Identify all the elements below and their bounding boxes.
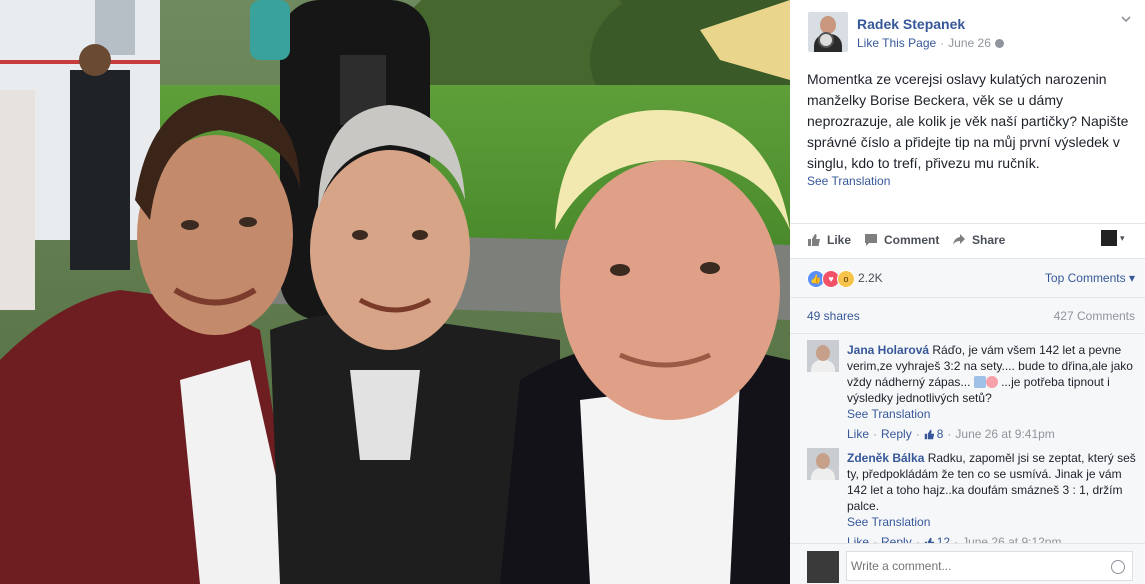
like-button[interactable]: Like [807,233,851,247]
wow-reaction-icon: o [837,270,855,288]
comment-icon [865,234,877,246]
chevron-down-icon[interactable] [1121,14,1131,24]
see-translation-link[interactable]: See Translation [847,406,1137,422]
post-actions: Like Comment Share ▾ [790,223,1145,258]
top-comments-label: Top Comments [1044,271,1126,285]
post-panel: Radek Stepanek Like This Page · June 26 … [790,0,1145,584]
see-translation-link[interactable]: See Translation [847,514,1137,530]
thumbs-up-icon [924,429,934,439]
author-avatar[interactable] [808,12,848,52]
comment-body: Jana Holarová Ráďo, je vám všem 142 let … [847,342,1137,442]
comment-meta: Like · Reply · 8 · June 26 at 9:41pm [847,426,1055,442]
like-page-link[interactable]: Like This Page [857,36,936,50]
comments-count: 427 Comments [1053,309,1135,323]
reactions-bar: 👍 ♥ o 2.2K Top Comments ▾ [790,258,1145,297]
top-comments-dropdown[interactable]: Top Comments ▾ [1045,271,1135,285]
write-comment-bar [790,543,1145,584]
commenter-name[interactable]: Jana Holarová [847,343,929,357]
see-translation-link[interactable]: See Translation [807,174,890,188]
share-button[interactable]: Share [952,233,1005,247]
caret-down-icon: ▾ [1128,271,1135,285]
post-text: Momentka ze vcerejsi oslavy kulatých nar… [807,71,1129,171]
reaction-icons[interactable]: 👍 ♥ o [807,270,855,288]
comment-time[interactable]: June 26 at 9:41pm [955,426,1054,442]
share-label: Share [972,233,1006,247]
like-label: Like [827,233,852,247]
praying-hands-emoji-icon [973,376,986,388]
share-icon [953,234,965,245]
commenter-avatar[interactable] [807,448,839,480]
reaction-count[interactable]: 2.2K [858,271,883,285]
post-date[interactable]: June 26 [948,36,991,50]
commenter-avatar[interactable] [807,340,839,372]
comment-list: Jana Holarová Ráďo, je vám všem 142 let … [790,333,1145,544]
photo[interactable] [0,0,790,584]
photo-image [0,0,790,584]
thumbs-up-icon [808,234,820,246]
heart-emoji-icon [985,376,998,388]
share-as-avatar[interactable] [1101,230,1117,246]
separator: · [940,36,945,50]
write-comment-input[interactable] [846,551,1133,581]
smiley-icon[interactable] [1111,560,1125,574]
comment-body: Zdeněk Bálka Radku, zapoměl jsi se zepta… [847,450,1137,544]
post-header: Radek Stepanek Like This Page · June 26 [808,12,1004,52]
comment-reply-link[interactable]: Reply [881,426,912,442]
comment-likes[interactable]: 8 [924,426,944,442]
shares-link[interactable]: 49 shares [807,309,860,323]
caret-down-icon[interactable]: ▾ [1120,233,1125,244]
viewer-avatar [807,551,839,583]
commenter-name[interactable]: Zdeněk Bálka [847,451,924,465]
comment-like-link[interactable]: Like [847,426,869,442]
photo-viewer: Radek Stepanek Like This Page · June 26 … [0,0,1145,584]
author-name[interactable]: Radek Stepanek [857,15,1004,33]
post-stats: 49 shares 427 Comments [790,297,1145,334]
post-subline: Like This Page · June 26 [857,36,1004,50]
globe-icon [994,38,1004,48]
comment-likes-count: 8 [936,427,944,441]
author-meta: Radek Stepanek Like This Page · June 26 [857,15,1004,52]
comment-label: Comment [884,233,940,247]
comment-button[interactable]: Comment [864,233,939,247]
